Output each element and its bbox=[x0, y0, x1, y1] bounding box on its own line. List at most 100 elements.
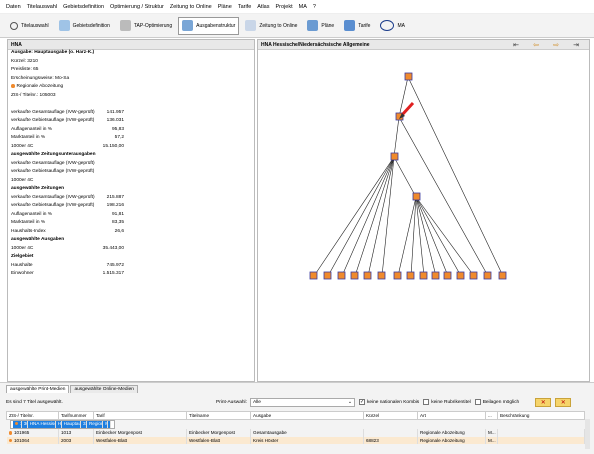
ausgabenstruktur-button[interactable]: Ausgabenstruktur bbox=[178, 16, 240, 35]
menu-help[interactable]: ? bbox=[313, 4, 316, 10]
chevron-down-icon: ⌄ bbox=[347, 399, 352, 405]
remove-all-button[interactable]: ✕ bbox=[555, 397, 572, 407]
info-row: Erscheinungsweise: Mo-Sa bbox=[8, 76, 254, 85]
info-row: verkaufte Gesamtauflage (IVW-geprüft) 141… bbox=[8, 110, 254, 119]
table-scrollbar[interactable] bbox=[585, 419, 590, 449]
menu-gebietsdefinition[interactable]: Gebietsdefinition bbox=[63, 4, 104, 10]
col-kuerzel[interactable]: Kürzel bbox=[363, 411, 418, 420]
info-row-label: Auflagenanteil in % bbox=[11, 211, 53, 217]
tree-leaf-node[interactable] bbox=[483, 271, 492, 280]
info-row: verkaufte Gesamtauflage (IVW-geprüft) 215… bbox=[8, 195, 254, 204]
tree-leaf-node[interactable] bbox=[337, 271, 346, 280]
zeitung-to-online-button[interactable]: Zeitung to Online bbox=[241, 17, 301, 35]
menu-titelauswahl[interactable]: Titelauswahl bbox=[27, 4, 57, 10]
tree-leaf-node[interactable] bbox=[443, 271, 452, 280]
info-row-label: verkaufte Gesamtauflage (IVW-geprüft) bbox=[11, 160, 95, 166]
info-row-value: 215.887 bbox=[106, 194, 124, 200]
table-cell: 101064 bbox=[6, 436, 59, 444]
col-ausgabe[interactable]: Ausgabe bbox=[250, 411, 364, 420]
gebietsdefinition-button[interactable]: Gebietsdefinition bbox=[55, 17, 114, 35]
search-icon bbox=[10, 21, 18, 30]
cell-text: Einbecker Morgenpost bbox=[96, 430, 142, 436]
beilagen-checkbox[interactable] bbox=[474, 399, 481, 405]
info-row-label: 1000er 4C bbox=[11, 143, 34, 149]
tree-leaf-node[interactable] bbox=[377, 271, 386, 280]
info-row-label: verkaufte Gesamtauflage (IVW-geprüft) bbox=[11, 109, 95, 115]
cell-text: M... bbox=[488, 430, 496, 436]
media-table: ZIS-/ Titelnr. Tarifnummer Tarif Titelna… bbox=[6, 411, 585, 444]
cell-text: 2003 bbox=[61, 437, 72, 443]
info-row-label: verkaufte Gebietsauflage (IVW-geprüft) bbox=[11, 203, 95, 208]
info-row: Auflagenanteil in % 91,81 bbox=[8, 212, 254, 221]
titelauswahl-button[interactable]: Titelauswahl bbox=[6, 17, 53, 35]
tap-optimierung-button[interactable]: TAP-Optimierung bbox=[116, 17, 176, 35]
nav-last-icon[interactable]: ⇥ bbox=[566, 41, 586, 49]
col-art[interactable]: Art bbox=[417, 411, 486, 420]
cell-text: 68823 bbox=[366, 437, 379, 443]
cell-text: 101965 bbox=[14, 430, 30, 436]
rubrikentitel-checkbox[interactable] bbox=[423, 399, 430, 405]
col-more[interactable]: ... bbox=[485, 411, 498, 420]
info-row-label: Ausgabe: Hauptausgabe (o. Harz-K.) bbox=[11, 50, 95, 55]
structure-panel: HNA Hessische/Niedersächsische Allgemein… bbox=[257, 39, 590, 382]
print-selection-dropdown[interactable]: Alle ⌄ bbox=[249, 397, 355, 407]
structure-panel-title: HNA Hessische/Niedersächsische Allgemein… bbox=[261, 41, 370, 48]
menu-projekt[interactable]: Projekt bbox=[276, 4, 293, 10]
table-cell: Einbecker Morgenpost bbox=[186, 429, 251, 437]
toolbar: Titelauswahl Gebietsdefinition TAP-Optim… bbox=[0, 14, 594, 38]
ma-button[interactable]: MA bbox=[376, 17, 409, 35]
info-row-value: 91,81 bbox=[111, 211, 124, 217]
menu-tarife[interactable]: Tarife bbox=[238, 4, 251, 10]
menu-plaene[interactable]: Pläne bbox=[218, 4, 232, 10]
tree-leaf-node[interactable] bbox=[323, 271, 332, 280]
tab-print-media[interactable]: ausgewählte Print-Medien bbox=[6, 385, 70, 393]
table-cell bbox=[108, 420, 112, 429]
nav-first-icon[interactable]: ⇤ bbox=[506, 41, 526, 49]
structure-icon bbox=[182, 20, 194, 31]
tree-leaf-node[interactable] bbox=[419, 271, 428, 280]
tree-leaf-node[interactable] bbox=[393, 271, 402, 280]
beilagen-label: Beilagen möglich bbox=[482, 399, 520, 405]
tree-leaf-node[interactable] bbox=[431, 271, 440, 280]
tree-leaf-node[interactable] bbox=[363, 271, 372, 280]
tree-leaf-node[interactable] bbox=[406, 271, 415, 280]
info-row bbox=[8, 101, 254, 110]
table-cell: 68823 bbox=[363, 436, 418, 444]
tree-leaf-node[interactable] bbox=[350, 271, 359, 280]
col-zis[interactable]: ZIS-/ Titelnr. bbox=[6, 411, 59, 420]
table-header: ZIS-/ Titelnr. Tarifnummer Tarif Titelna… bbox=[6, 411, 585, 420]
menu-daten[interactable]: Daten bbox=[6, 4, 21, 10]
tree-leaf-node[interactable] bbox=[498, 271, 507, 280]
menu-zeitung-to-online[interactable]: Zeitung to Online bbox=[170, 4, 212, 10]
info-row-value: 198.216 bbox=[106, 203, 124, 208]
table-cell bbox=[497, 436, 585, 444]
remove-button[interactable]: ✕ bbox=[535, 397, 552, 407]
nav-prev-icon[interactable]: ⇦ bbox=[526, 41, 546, 49]
table-row[interactable]: 1050033017HNA Hessische/Niedersächsische… bbox=[9, 420, 115, 429]
menu-ma[interactable]: MA bbox=[299, 4, 307, 10]
info-row-label: Regionale Abozeitung bbox=[16, 84, 64, 90]
tab-online-media[interactable]: ausgewählte Online-Medien bbox=[70, 385, 138, 393]
tree-leaf-nodes bbox=[309, 271, 507, 280]
table-row[interactable]: 101064 2003 Westfalen-Blatt Westfalen-Blatt… bbox=[6, 436, 585, 444]
tree-node-root[interactable] bbox=[404, 72, 413, 81]
tree-node-level2[interactable] bbox=[390, 152, 399, 161]
col-tarif[interactable]: Tarif bbox=[93, 411, 187, 420]
col-titelname[interactable]: Titelname bbox=[186, 411, 251, 420]
col-beschraenkung[interactable]: Beschränkung bbox=[497, 411, 585, 420]
tree-leaf-node[interactable] bbox=[309, 271, 318, 280]
nav-next-icon[interactable]: ⇨ bbox=[546, 41, 566, 49]
info-row: verkaufte Gebietsauflage (IVW-geprüft) bbox=[8, 169, 254, 178]
tree-leaf-node[interactable] bbox=[469, 271, 478, 280]
tree-node-level3[interactable] bbox=[412, 192, 421, 201]
tarife-button[interactable]: Tarife bbox=[340, 17, 374, 35]
col-tarifnummer[interactable]: Tarifnummer bbox=[58, 411, 94, 420]
national-kombis-checkbox[interactable]: ✓ bbox=[358, 399, 365, 405]
tree-leaf-node[interactable] bbox=[456, 271, 465, 280]
plaene-button[interactable]: Pläne bbox=[303, 17, 338, 35]
menu-atlas[interactable]: Atlas bbox=[257, 4, 269, 10]
info-row: verkaufte Gebietsauflage (IVW-geprüft) 13… bbox=[8, 118, 254, 127]
table-row[interactable]: 101965 1013 Einbecker Morgenpost Einbecker … bbox=[6, 429, 585, 437]
menu-optimierung[interactable]: Optimierung / Struktur bbox=[110, 4, 164, 10]
info-row-label: Einwohner bbox=[11, 271, 34, 276]
